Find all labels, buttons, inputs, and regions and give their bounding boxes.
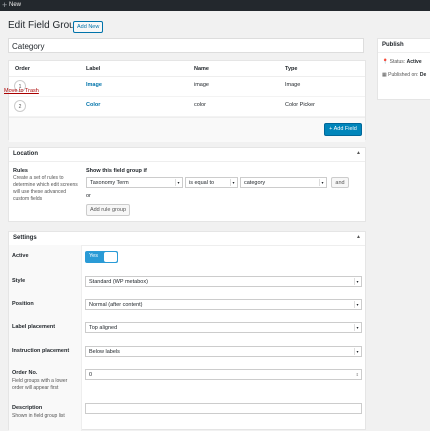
rule-operator-value: is equal to	[189, 180, 215, 186]
chevron-down-icon: ▾	[354, 324, 360, 331]
instruction-placement-value: Below labels	[89, 349, 120, 355]
column-label: Label	[86, 66, 101, 72]
collapse-arrow-icon[interactable]: ▲	[356, 150, 361, 156]
column-name: Name	[194, 66, 209, 72]
published-row: ▦ Published on: De	[382, 72, 426, 78]
show-if-label: Show this field group if	[86, 168, 147, 174]
add-rule-group-button[interactable]: Add rule group	[86, 204, 130, 216]
column-order: Order	[15, 66, 30, 72]
status-value: Active	[406, 59, 422, 65]
order-badge[interactable]: 2	[14, 100, 26, 112]
field-type: Color Picker	[285, 102, 315, 108]
position-label: Position	[12, 301, 34, 307]
order-label: Order No.	[12, 370, 38, 376]
rule-param-select[interactable]: Taxonomy Term ▾	[86, 177, 183, 188]
style-label: Style	[12, 278, 26, 284]
chevron-down-icon: ▾	[230, 179, 236, 186]
page-title: Edit Field Group	[8, 20, 81, 31]
field-name: color	[194, 102, 206, 108]
pin-icon: 📍	[382, 59, 389, 65]
or-label: or	[86, 193, 91, 199]
field-name: image	[194, 82, 209, 88]
description-help: Shown in field group list	[12, 413, 65, 419]
admin-bar-new-link[interactable]: New	[9, 0, 21, 11]
settings-title: Settings	[13, 235, 37, 241]
collapse-arrow-icon[interactable]: ▲	[356, 234, 361, 240]
field-type: Image	[285, 82, 301, 88]
label-placement-label: Label placement	[12, 324, 56, 330]
move-to-trash-link[interactable]: Move to Trash	[4, 88, 39, 94]
instruction-placement-select[interactable]: Below labels ▾	[85, 346, 362, 357]
label-placement-select[interactable]: Top aligned ▾	[85, 322, 362, 333]
order-number-input[interactable]: 0 ⇕	[85, 369, 362, 380]
location-title: Location	[13, 151, 38, 157]
add-field-button[interactable]: + Add Field	[324, 123, 362, 136]
chevron-down-icon: ▾	[319, 179, 325, 186]
description-input[interactable]	[85, 403, 362, 414]
publish-title: Publish	[382, 42, 404, 48]
rule-value-select[interactable]: category ▾	[240, 177, 327, 188]
add-new-button[interactable]: Add New	[73, 21, 104, 33]
field-label-link[interactable]: Color	[86, 102, 100, 108]
chevron-down-icon: ▾	[354, 301, 360, 308]
chevron-down-icon: ▾	[175, 179, 181, 186]
rule-param-value: Taxonomy Term	[90, 180, 129, 186]
settings-label-column	[9, 245, 82, 431]
field-label-link[interactable]: Image	[86, 82, 102, 88]
field-group-title-input[interactable]: Category	[8, 38, 364, 53]
description-label: Description	[12, 405, 43, 411]
fields-box: Order Label Name Type 1 Image image Imag…	[8, 60, 366, 142]
label-placement-value: Top aligned	[89, 325, 118, 331]
settings-header[interactable]: Settings ▲	[9, 232, 365, 246]
stepper-icon[interactable]: ⇕	[356, 370, 359, 380]
published-label: Published on:	[388, 72, 419, 78]
order-description: Field groups with a lower order will app…	[12, 378, 68, 391]
table-row[interactable]: 2 Color color Color Picker	[9, 97, 365, 117]
status-label: Status:	[389, 59, 406, 65]
active-label: Active	[12, 253, 29, 259]
and-button[interactable]: and	[331, 177, 349, 188]
location-header[interactable]: Location ▲	[9, 148, 365, 162]
rules-description: Create a set of rules to determine which…	[13, 175, 78, 202]
rule-operator-select[interactable]: is equal to ▾	[185, 177, 238, 188]
fields-table-header: Order Label Name Type	[9, 61, 365, 77]
position-select[interactable]: Normal (after content) ▾	[85, 299, 362, 310]
rules-label: Rules	[13, 168, 28, 174]
published-value: De	[419, 72, 427, 78]
rule-value: category	[244, 180, 266, 186]
instruction-placement-label: Instruction placement	[12, 348, 70, 354]
style-value: Standard (WP metabox)	[89, 279, 148, 285]
order-number-value: 0	[89, 372, 93, 378]
status-row: 📍 Status: Active	[382, 59, 422, 65]
column-type: Type	[285, 66, 298, 72]
calendar-icon: ▦	[382, 72, 387, 78]
admin-bar: + New	[0, 0, 430, 11]
fields-footer: + Add Field	[9, 117, 365, 142]
chevron-down-icon: ▾	[354, 278, 360, 285]
publish-box: Publish 📍 Status: Active ▦ Published on:…	[377, 38, 430, 100]
style-select[interactable]: Standard (WP metabox) ▾	[85, 276, 362, 287]
toggle-yes-label: Yes	[89, 253, 98, 259]
publish-divider	[378, 52, 430, 53]
chevron-down-icon: ▾	[354, 348, 360, 355]
location-box: Location ▲ Rules Create a set of rules t…	[8, 147, 366, 222]
position-value: Normal (after content)	[89, 302, 143, 308]
plus-icon[interactable]: +	[2, 0, 7, 11]
toggle-knob	[104, 252, 117, 262]
active-toggle[interactable]: Yes	[85, 251, 118, 263]
table-row[interactable]: 1 Image image Image	[9, 77, 365, 97]
